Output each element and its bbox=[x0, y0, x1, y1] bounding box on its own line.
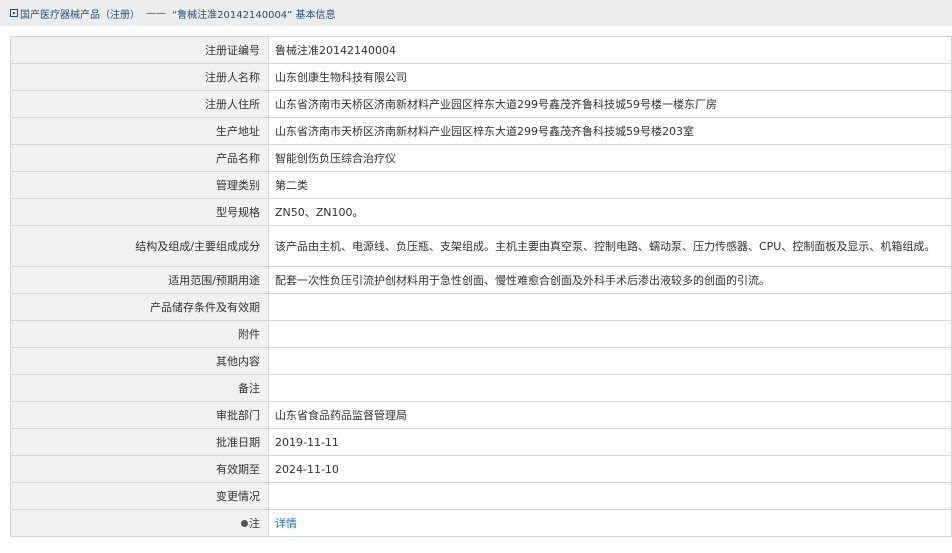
value-approval-department: 山东省食品药品监督管理局 bbox=[268, 401, 952, 429]
row-change-history: 变更情况 bbox=[10, 482, 952, 510]
row-registrant-name: 注册人名称 山东创康生物科技有限公司 bbox=[10, 63, 952, 91]
label-note-cell: 注 bbox=[10, 509, 269, 537]
value-registrant-name: 山东创康生物科技有限公司 bbox=[268, 63, 952, 91]
label-remarks: 备注 bbox=[10, 374, 269, 402]
label-attachment: 附件 bbox=[10, 320, 269, 348]
label-registrant-name: 注册人名称 bbox=[10, 63, 269, 91]
details-link[interactable]: 详情 bbox=[275, 517, 297, 530]
value-structure-composition: 该产品由主机、电源线、负压瓶、支架组成。主机主要由真空泵、控制电路、蠕动泵、压力… bbox=[268, 225, 952, 267]
detail-table: 注册证编号 鲁械注准20142140004 注册人名称 山东创康生物科技有限公司… bbox=[10, 36, 952, 537]
row-production-address: 生产地址 山东省济南市天桥区济南新材料产业园区梓东大道299号鑫茂齐鲁科技城59… bbox=[10, 117, 952, 145]
value-valid-until: 2024-11-10 bbox=[268, 455, 952, 483]
row-attachment: 附件 bbox=[10, 320, 952, 348]
row-model-spec: 型号规格 ZN50、ZN100。 bbox=[10, 198, 952, 226]
label-registrant-address: 注册人住所 bbox=[10, 90, 269, 118]
row-registration-number: 注册证编号 鲁械注准20142140004 bbox=[10, 36, 952, 64]
row-remarks: 备注 bbox=[10, 374, 952, 402]
breadcrumb-bar: 国产医疗器械产品（注册） —— “鲁械注准20142140004” 基本信息 bbox=[0, 0, 952, 26]
label-intended-use: 适用范围/预期用途 bbox=[10, 266, 269, 294]
row-approval-department: 审批部门 山东省食品药品监督管理局 bbox=[10, 401, 952, 429]
breadcrumb-root[interactable]: 国产医疗器械产品（注册） bbox=[20, 6, 140, 21]
label-model-spec: 型号规格 bbox=[10, 198, 269, 226]
row-storage-validity: 产品储存条件及有效期 bbox=[10, 293, 952, 321]
label-change-history: 变更情况 bbox=[10, 482, 269, 510]
label-registration-number: 注册证编号 bbox=[10, 36, 269, 64]
label-management-category: 管理类别 bbox=[10, 171, 269, 199]
row-other-content: 其他内容 bbox=[10, 347, 952, 375]
label-product-name: 产品名称 bbox=[10, 144, 269, 172]
label-approval-date: 批准日期 bbox=[10, 428, 269, 456]
value-remarks bbox=[268, 374, 952, 402]
value-management-category: 第二类 bbox=[268, 171, 952, 199]
breadcrumb-separator: —— bbox=[146, 7, 166, 19]
value-registration-number: 鲁械注准20142140004 bbox=[268, 36, 952, 64]
bullet-icon bbox=[241, 520, 248, 527]
detail-table-container: 注册证编号 鲁械注准20142140004 注册人名称 山东创康生物科技有限公司… bbox=[10, 36, 952, 537]
label-valid-until: 有效期至 bbox=[10, 455, 269, 483]
row-product-name: 产品名称 智能创伤负压综合治疗仪 bbox=[10, 144, 952, 172]
row-approval-date: 批准日期 2019-11-11 bbox=[10, 428, 952, 456]
label-production-address: 生产地址 bbox=[10, 117, 269, 145]
row-structure-composition: 结构及组成/主要组成成分 该产品由主机、电源线、负压瓶、支架组成。主机主要由真空… bbox=[10, 225, 952, 267]
row-registrant-address: 注册人住所 山东省济南市天桥区济南新材料产业园区梓东大道299号鑫茂齐鲁科技城5… bbox=[10, 90, 952, 118]
value-other-content bbox=[268, 347, 952, 375]
home-icon[interactable] bbox=[10, 9, 18, 17]
value-change-history bbox=[268, 482, 952, 510]
label-storage-validity: 产品储存条件及有效期 bbox=[10, 293, 269, 321]
value-product-name: 智能创伤负压综合治疗仪 bbox=[268, 144, 952, 172]
value-production-address: 山东省济南市天桥区济南新材料产业园区梓东大道299号鑫茂齐鲁科技城59号楼203… bbox=[268, 117, 952, 145]
label-other-content: 其他内容 bbox=[10, 347, 269, 375]
value-model-spec: ZN50、ZN100。 bbox=[268, 198, 952, 226]
label-approval-department: 审批部门 bbox=[10, 401, 269, 429]
value-attachment bbox=[268, 320, 952, 348]
value-registrant-address: 山东省济南市天桥区济南新材料产业园区梓东大道299号鑫茂齐鲁科技城59号楼一楼东… bbox=[268, 90, 952, 118]
value-approval-date: 2019-11-11 bbox=[268, 428, 952, 456]
row-valid-until: 有效期至 2024-11-10 bbox=[10, 455, 952, 483]
value-note-cell: 详情 bbox=[268, 509, 952, 537]
breadcrumb-current: “鲁械注准20142140004” 基本信息 bbox=[172, 9, 336, 21]
value-intended-use: 配套一次性负压引流护创材料用于急性创面、慢性难愈合创面及外科手术后渗出液较多的创… bbox=[268, 266, 952, 294]
label-note: 注 bbox=[249, 516, 260, 530]
row-intended-use: 适用范围/预期用途 配套一次性负压引流护创材料用于急性创面、慢性难愈合创面及外科… bbox=[10, 266, 952, 294]
row-note: 注 详情 bbox=[10, 509, 952, 537]
row-management-category: 管理类别 第二类 bbox=[10, 171, 952, 199]
value-storage-validity bbox=[268, 293, 952, 321]
label-structure-composition: 结构及组成/主要组成成分 bbox=[10, 225, 269, 267]
